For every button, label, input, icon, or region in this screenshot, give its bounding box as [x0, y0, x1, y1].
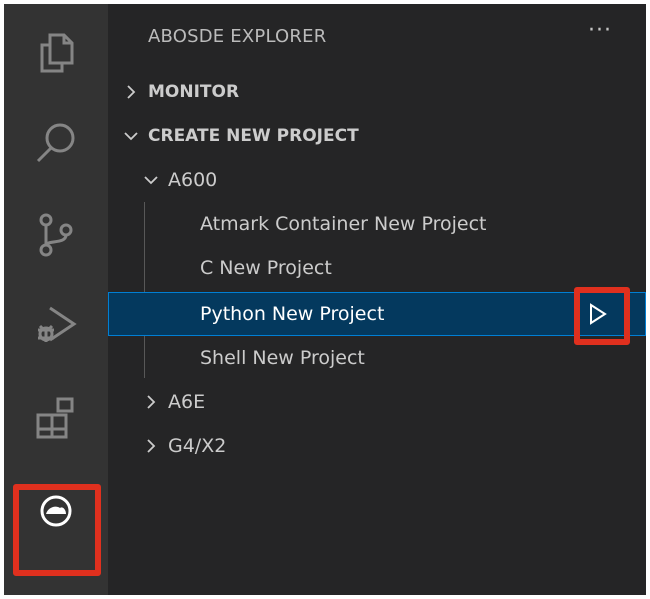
extensions-icon — [36, 397, 74, 439]
tree-item-label: C New Project — [200, 257, 332, 279]
tree-group-g4x2[interactable]: G4/X2 — [108, 424, 646, 468]
section-monitor-label: MONITOR — [148, 82, 240, 102]
section-create-new-project[interactable]: CREATE NEW PROJECT — [108, 114, 646, 158]
tree-group-a6e[interactable]: A6E — [108, 380, 646, 424]
sidebar-title: ABOSDE EXPLORER — [148, 26, 327, 47]
tree-item-c[interactable]: C New Project — [108, 246, 646, 290]
tree-group-g4x2-label: G4/X2 — [168, 435, 227, 457]
tree-group-a600[interactable]: A600 — [108, 158, 646, 202]
vscode-window: ABOSDE EXPLORER ··· MONITOR CREATE NEW P… — [4, 4, 646, 595]
activity-explorer[interactable] — [4, 8, 108, 98]
tree-item-python[interactable]: Python New Project — [108, 292, 646, 336]
tree-item-shell[interactable]: Shell New Project — [108, 336, 646, 380]
run-create-project-button[interactable] — [578, 294, 618, 334]
more-actions-button[interactable]: ··· — [588, 18, 612, 43]
tree-group-a600-label: A600 — [168, 169, 218, 191]
section-create-new-project-label: CREATE NEW PROJECT — [148, 126, 359, 146]
source-control-icon — [39, 213, 73, 257]
tree-item-label: Shell New Project — [200, 347, 365, 369]
chevron-right-icon — [147, 395, 156, 409]
run-debug-icon — [38, 306, 77, 342]
tree-item-label: Python New Project — [200, 303, 385, 325]
activity-run-debug[interactable] — [4, 280, 108, 370]
activity-bar — [4, 4, 108, 595]
tree-item-atmark-container[interactable]: Atmark Container New Project — [108, 202, 646, 246]
sidebar-header: ABOSDE EXPLORER ··· — [108, 4, 646, 70]
chevron-right-icon — [127, 85, 136, 99]
play-icon — [590, 303, 607, 325]
activity-source-control[interactable] — [4, 190, 108, 280]
tree-group-a6e-label: A6E — [168, 391, 206, 413]
activity-abosde[interactable] — [4, 466, 108, 556]
activity-extensions[interactable] — [4, 372, 108, 462]
search-icon — [36, 123, 75, 163]
chevron-down-icon — [124, 132, 138, 141]
tree-item-label: Atmark Container New Project — [200, 213, 487, 235]
chevron-right-icon — [147, 439, 156, 453]
chevron-down-icon — [144, 176, 158, 185]
abosde-icon — [40, 495, 72, 527]
activity-search[interactable] — [4, 98, 108, 188]
sidebar: ABOSDE EXPLORER ··· MONITOR CREATE NEW P… — [108, 4, 646, 595]
files-icon — [40, 33, 74, 73]
section-monitor[interactable]: MONITOR — [108, 70, 646, 114]
